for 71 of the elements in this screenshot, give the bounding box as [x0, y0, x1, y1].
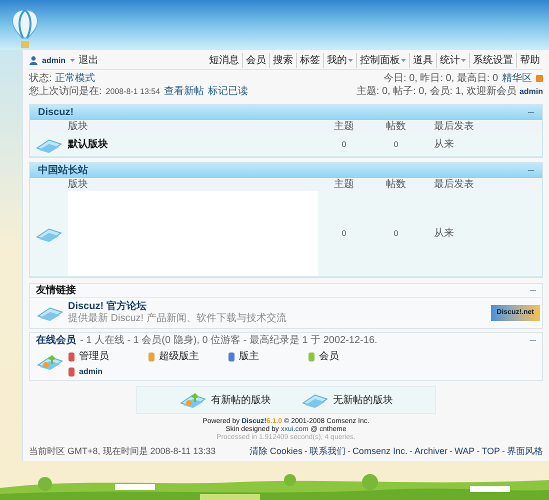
nav-item[interactable]: 统计	[436, 53, 469, 68]
mark-read-link[interactable]: 标记已读	[208, 85, 248, 98]
username-link[interactable]: admin	[42, 54, 66, 66]
nav-item[interactable]: 系统设置	[469, 53, 516, 68]
footer-link[interactable]: 界面风格	[507, 445, 543, 458]
separator: -	[449, 445, 452, 458]
group-label: 版主	[239, 350, 259, 364]
logout-link[interactable]: 退出	[78, 53, 99, 68]
section-title: 在线会员	[36, 334, 76, 348]
caret-icon	[70, 59, 75, 62]
footer-link[interactable]: WAP	[454, 445, 475, 458]
legend-label: 有新帖的版块	[211, 394, 271, 408]
caret-icon	[348, 59, 353, 62]
column-header: 主题	[333, 178, 355, 192]
member-name[interactable]: admin	[79, 366, 103, 378]
view-new-link[interactable]: 查看新帖	[164, 85, 204, 98]
column-header: 最后发表	[434, 178, 474, 192]
nav-item[interactable]: 会员	[242, 53, 269, 68]
separator: -	[502, 445, 505, 458]
section-title: 友情链接	[36, 284, 76, 298]
timezone-text: 当前时区 GMT+8, 现在时间是 2008-8-11 13:33	[29, 445, 216, 458]
thread-count: 0	[340, 138, 348, 150]
last-visit-label: 您上次访问是在:	[29, 85, 102, 98]
nav-item[interactable]: 短消息	[206, 53, 242, 68]
group-label: 超级版主	[159, 350, 199, 364]
nav-item[interactable]: 标签	[296, 53, 323, 68]
separator: -	[347, 445, 350, 458]
forum-name[interactable]: 默认版块	[68, 137, 108, 152]
caret-icon	[461, 59, 466, 62]
column-header: 版块	[68, 120, 89, 134]
column-header: 最后发表	[434, 120, 474, 134]
nav-item[interactable]: 我的	[323, 53, 356, 68]
last-post: 从来	[434, 226, 454, 241]
link-description: 提供最新 Discuz! 产品新闻、软件下载与技术交流	[68, 313, 288, 325]
footer-link[interactable]: Archiver	[414, 445, 448, 458]
column-header: 版块	[68, 178, 89, 192]
separator: -	[304, 445, 308, 458]
legend-label: 无新帖的版块	[333, 394, 393, 408]
nav-item[interactable]: 道具	[409, 53, 436, 68]
caret-icon	[401, 59, 406, 62]
today-stats: 今日: 0, 昨日: 0, 最高日: 0	[384, 72, 498, 85]
group-label: 会员	[319, 350, 339, 364]
link-title[interactable]: Discuz! 官方论坛	[68, 301, 491, 313]
footer-link[interactable]: 清除 Cookies	[249, 445, 302, 458]
nav-item[interactable]: 帮助	[516, 53, 543, 68]
separator: -	[476, 445, 480, 458]
footer-link[interactable]: TOP	[482, 445, 500, 458]
last-visit-time: 2008-8-1 13:54	[106, 86, 160, 98]
footer-link[interactable]: Comsenz Inc.	[352, 445, 408, 458]
nav-item[interactable]: 搜索	[269, 53, 296, 68]
column-header: 主题	[333, 120, 355, 134]
new-member-link[interactable]: admin	[519, 85, 543, 98]
category-title[interactable]: 中国站长站	[38, 163, 88, 178]
online-summary: - 1 人在线 - 1 会员(0 隐身), 0 位游客 - 最高纪录是 1 于 2002-12-16.	[80, 334, 378, 348]
post-count: 0	[392, 228, 400, 240]
category-title[interactable]: Discuz!	[38, 105, 74, 120]
thread-count: 0	[340, 228, 348, 240]
forum-stats: 主题: 0, 帖子: 0, 会员: 1, 欢迎新会员	[356, 85, 516, 98]
group-label: 管理员	[79, 350, 109, 364]
status-label: 状态:	[29, 72, 52, 85]
post-count: 0	[392, 138, 400, 150]
column-header: 帖数	[385, 120, 407, 134]
mode-link[interactable]: 正常模式	[54, 72, 95, 85]
separator: -	[409, 445, 412, 458]
last-post: 从来	[434, 138, 454, 152]
nav-item[interactable]: 控制面板	[356, 53, 409, 68]
user-icon	[29, 56, 38, 65]
new-posts-forum-icon	[36, 353, 64, 371]
column-header: 帖数	[385, 178, 407, 192]
digest-link[interactable]: 精华区	[502, 72, 532, 85]
footer-link[interactable]: 联系我们	[309, 445, 346, 458]
